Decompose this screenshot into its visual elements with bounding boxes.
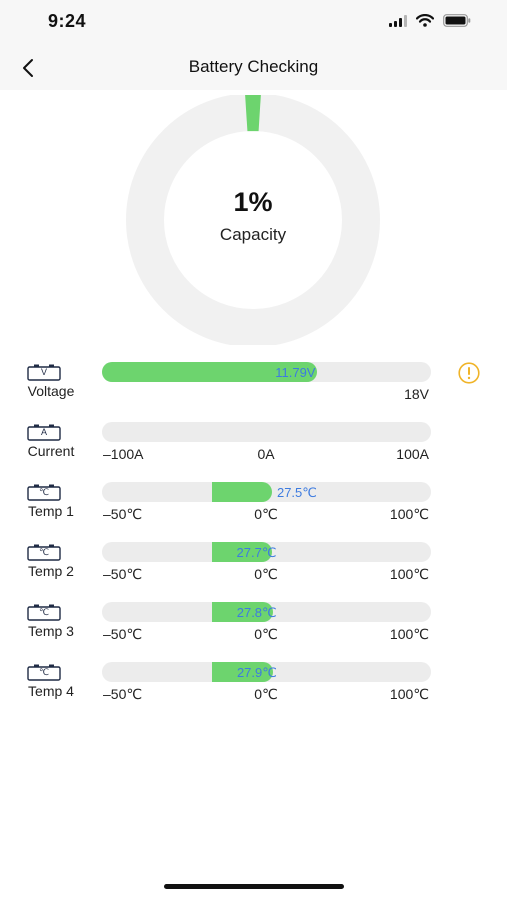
meter-icon-unit: ℃ — [38, 607, 50, 617]
capacity-label: Capacity — [219, 225, 287, 244]
meter-scale-min-temp3: –50℃ — [103, 626, 143, 642]
capacity-ring — [126, 95, 380, 345]
meter-value-voltage: 11.79V — [275, 365, 316, 380]
meter-scale-min-temp1: –50℃ — [103, 506, 143, 522]
status-icons — [389, 14, 471, 27]
capacity-percent: 1% — [233, 187, 273, 217]
status-bar: 9:24 — [0, 0, 507, 46]
meter-scale-mid-temp4: 0℃ — [254, 686, 278, 702]
battery-temp-icon: ℃ — [27, 604, 61, 621]
meter-row-temp2: ℃ Temp 2 27.7℃ –50℃ 0℃ 100℃ — [0, 542, 507, 586]
meter-value-temp4: 27.9℃ — [236, 665, 277, 680]
wifi-icon — [416, 14, 434, 27]
meter-scale-mid-temp1: 0℃ — [254, 506, 278, 522]
meter-label-voltage: Voltage — [27, 383, 75, 399]
gauge-track — [126, 95, 380, 345]
meter-scale-max-temp4: 100℃ — [389, 686, 429, 702]
page-title: Battery Checking — [188, 57, 319, 76]
meter-scale-mid-current: 0A — [257, 446, 275, 462]
meter-scale-max-current: 100A — [396, 446, 429, 462]
meter-value-temp2: 27.7℃ — [236, 545, 277, 560]
meter-scale-mid-temp3: 0℃ — [254, 626, 278, 642]
meter-value-temp1: 27.5℃ — [276, 485, 317, 500]
battery-current-icon: A — [27, 424, 61, 441]
battery-voltage-icon: V — [27, 364, 61, 381]
meter-row-temp1: ℃ Temp 1 27.5℃ –50℃ 0℃ 100℃ — [0, 482, 507, 526]
meter-scale-max-temp1: 100℃ — [389, 506, 429, 522]
warning-icon[interactable] — [458, 362, 480, 384]
home-indicator — [164, 884, 344, 889]
meter-track-current — [102, 422, 431, 442]
meter-scale-min-temp2: –50℃ — [103, 566, 143, 582]
meter-row-voltage: V Voltage 11.79V 18V — [0, 362, 507, 406]
meter-icon-unit: ℃ — [38, 667, 50, 677]
meter-track-temp3: 27.8℃ — [102, 602, 431, 622]
meter-track-temp2: 27.7℃ — [102, 542, 431, 562]
meter-row-temp4: ℃ Temp 4 27.9℃ –50℃ 0℃ 100℃ — [0, 662, 507, 706]
battery-temp-icon: ℃ — [27, 484, 61, 501]
meter-icon-unit: V — [40, 367, 47, 377]
meter-fill-temp1 — [211, 482, 272, 502]
meter-label-temp1: Temp 1 — [28, 503, 74, 519]
battery-temp-icon: ℃ — [27, 544, 61, 561]
meter-label-current: Current — [27, 443, 75, 459]
meter-scale-max-temp2: 100℃ — [389, 566, 429, 582]
meter-track-temp4: 27.9℃ — [102, 662, 431, 682]
nav-bar: Battery Checking — [0, 46, 507, 90]
meter-label-temp4: Temp 4 — [28, 683, 74, 699]
meter-scale-min-current: –100A — [103, 446, 144, 462]
capacity-gauge: 1% Capacity — [102, 95, 404, 345]
cellular-signal-icon — [389, 14, 407, 27]
meter-row-current: A Current –100A 0A 100A — [0, 422, 507, 466]
meter-track-temp1: 27.5℃ — [102, 482, 431, 502]
meter-value-temp3: 27.8℃ — [236, 605, 277, 620]
meter-icon-unit: ℃ — [38, 487, 50, 497]
status-time: 9:24 — [48, 11, 87, 31]
gauge-fill — [245, 95, 261, 132]
meter-icon-unit: ℃ — [38, 547, 50, 557]
battery-temp-icon: ℃ — [27, 664, 61, 681]
meter-scale-min-temp4: –50℃ — [103, 686, 143, 702]
meter-scale-mid-temp2: 0℃ — [254, 566, 278, 582]
meter-scale-max-voltage: 18V — [404, 386, 429, 402]
meter-label-temp3: Temp 3 — [28, 623, 74, 639]
meter-track-voltage: 11.79V — [102, 362, 431, 382]
meter-label-temp2: Temp 2 — [28, 563, 74, 579]
meter-icon-unit: A — [40, 427, 47, 437]
meter-scale-max-temp3: 100℃ — [389, 626, 429, 642]
meter-row-temp3: ℃ Temp 3 27.8℃ –50℃ 0℃ 100℃ — [0, 602, 507, 646]
battery-status-icon — [443, 14, 471, 27]
